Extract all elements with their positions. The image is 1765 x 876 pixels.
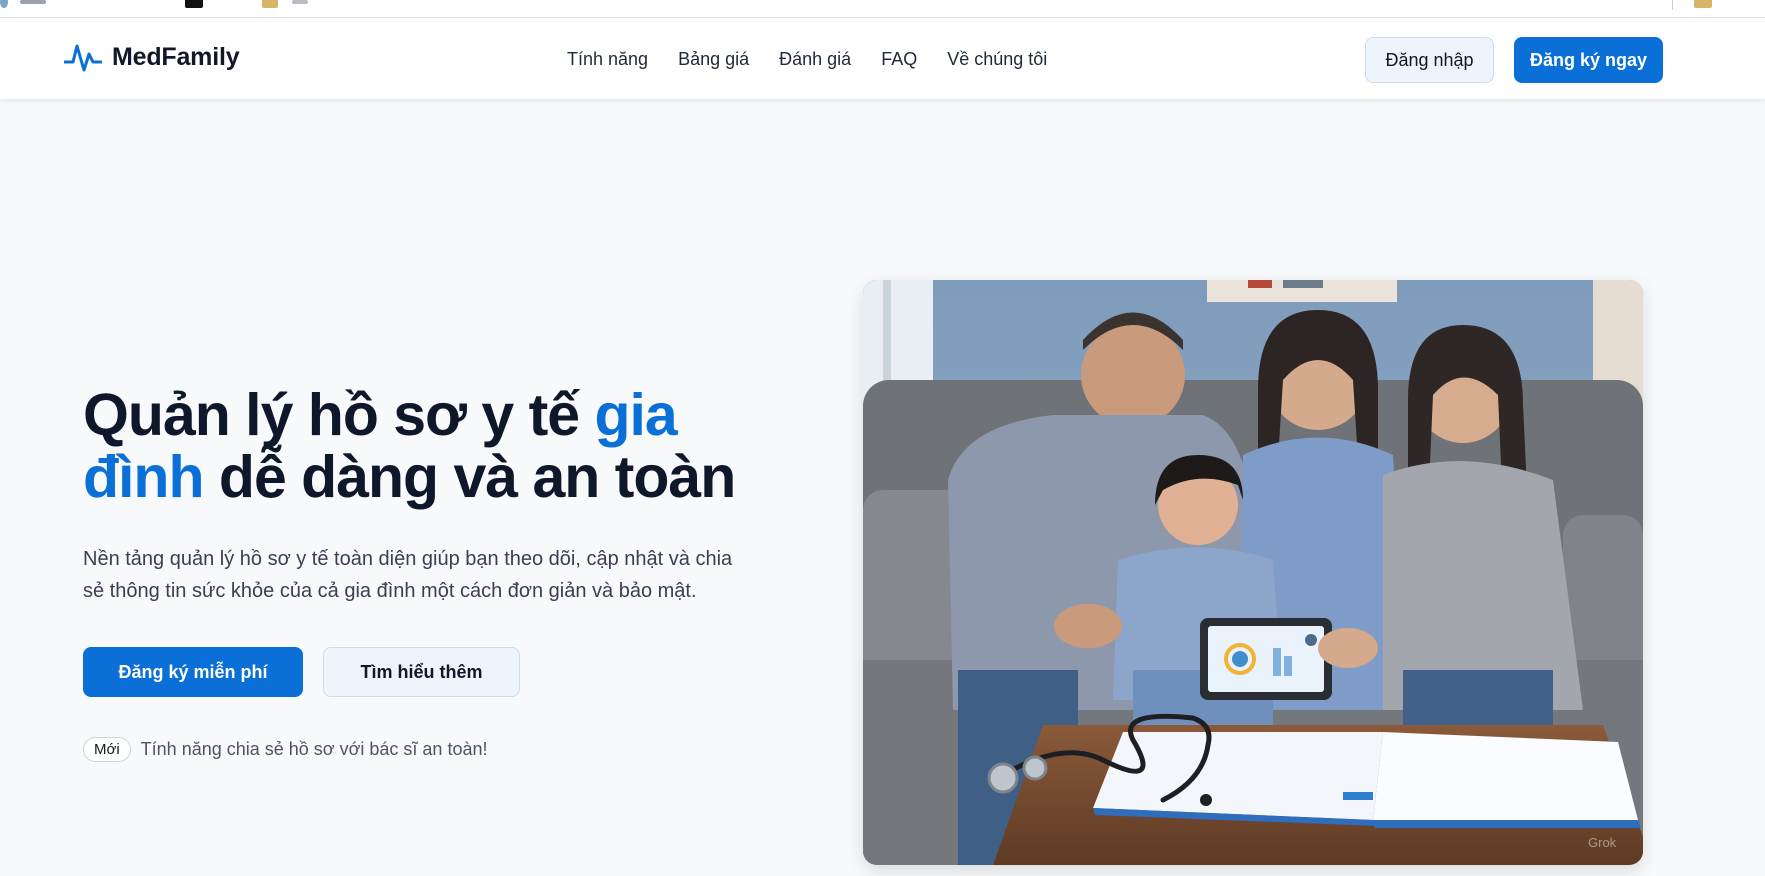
announcement-text: Tính năng chia sẻ hồ sơ với bác sĩ an to… bbox=[140, 739, 488, 759]
watermark-text: Grok bbox=[1588, 835, 1617, 850]
family-photo: Grok bbox=[863, 280, 1643, 865]
bookmarks-divider bbox=[1672, 0, 1673, 10]
nav-link-features[interactable]: Tính năng bbox=[567, 49, 648, 70]
bookmark-label[interactable] bbox=[292, 0, 308, 4]
nav-link-pricing[interactable]: Bảng giá bbox=[678, 49, 749, 70]
hero-title-part2: dễ dàng và an toàn bbox=[203, 444, 736, 510]
brand-name: MedFamily bbox=[112, 42, 240, 71]
folder-icon[interactable] bbox=[262, 0, 278, 8]
bookmark-icon[interactable] bbox=[185, 0, 203, 8]
site-header: MedFamily Tính năng Bảng giá Đánh giá FA… bbox=[0, 18, 1765, 100]
nav-link-reviews[interactable]: Đánh giá bbox=[779, 49, 851, 70]
folder-icon[interactable] bbox=[1694, 0, 1712, 8]
announcement: Mới Tính năng chia sẻ hồ sơ với bác sĩ a… bbox=[83, 737, 487, 762]
main-nav: Tính năng Bảng giá Đánh giá FAQ Về chúng… bbox=[567, 49, 1047, 70]
login-button[interactable]: Đăng nhập bbox=[1365, 37, 1494, 83]
hero-description: Nền tảng quản lý hồ sơ y tế toàn diện gi… bbox=[83, 548, 733, 602]
pulse-icon bbox=[64, 40, 102, 74]
bookmark-label[interactable] bbox=[20, 0, 46, 4]
hero-title: Quản lý hồ sơ y tế gia đình dễ dàng và a… bbox=[83, 384, 783, 508]
nav-link-faq[interactable]: FAQ bbox=[881, 49, 917, 70]
nav-link-about[interactable]: Về chúng tôi bbox=[947, 49, 1047, 70]
bookmark-icon[interactable] bbox=[0, 0, 8, 8]
browser-bookmarks-bar bbox=[0, 0, 1765, 18]
brand-logo[interactable]: MedFamily bbox=[64, 40, 240, 74]
free-signup-button[interactable]: Đăng ký miễn phí bbox=[83, 647, 303, 697]
new-badge: Mới bbox=[83, 737, 131, 762]
learn-more-button[interactable]: Tìm hiểu thêm bbox=[323, 647, 520, 697]
hero-title-part1: Quản lý hồ sơ y tế bbox=[83, 382, 595, 448]
signup-button[interactable]: Đăng ký ngay bbox=[1514, 37, 1663, 83]
